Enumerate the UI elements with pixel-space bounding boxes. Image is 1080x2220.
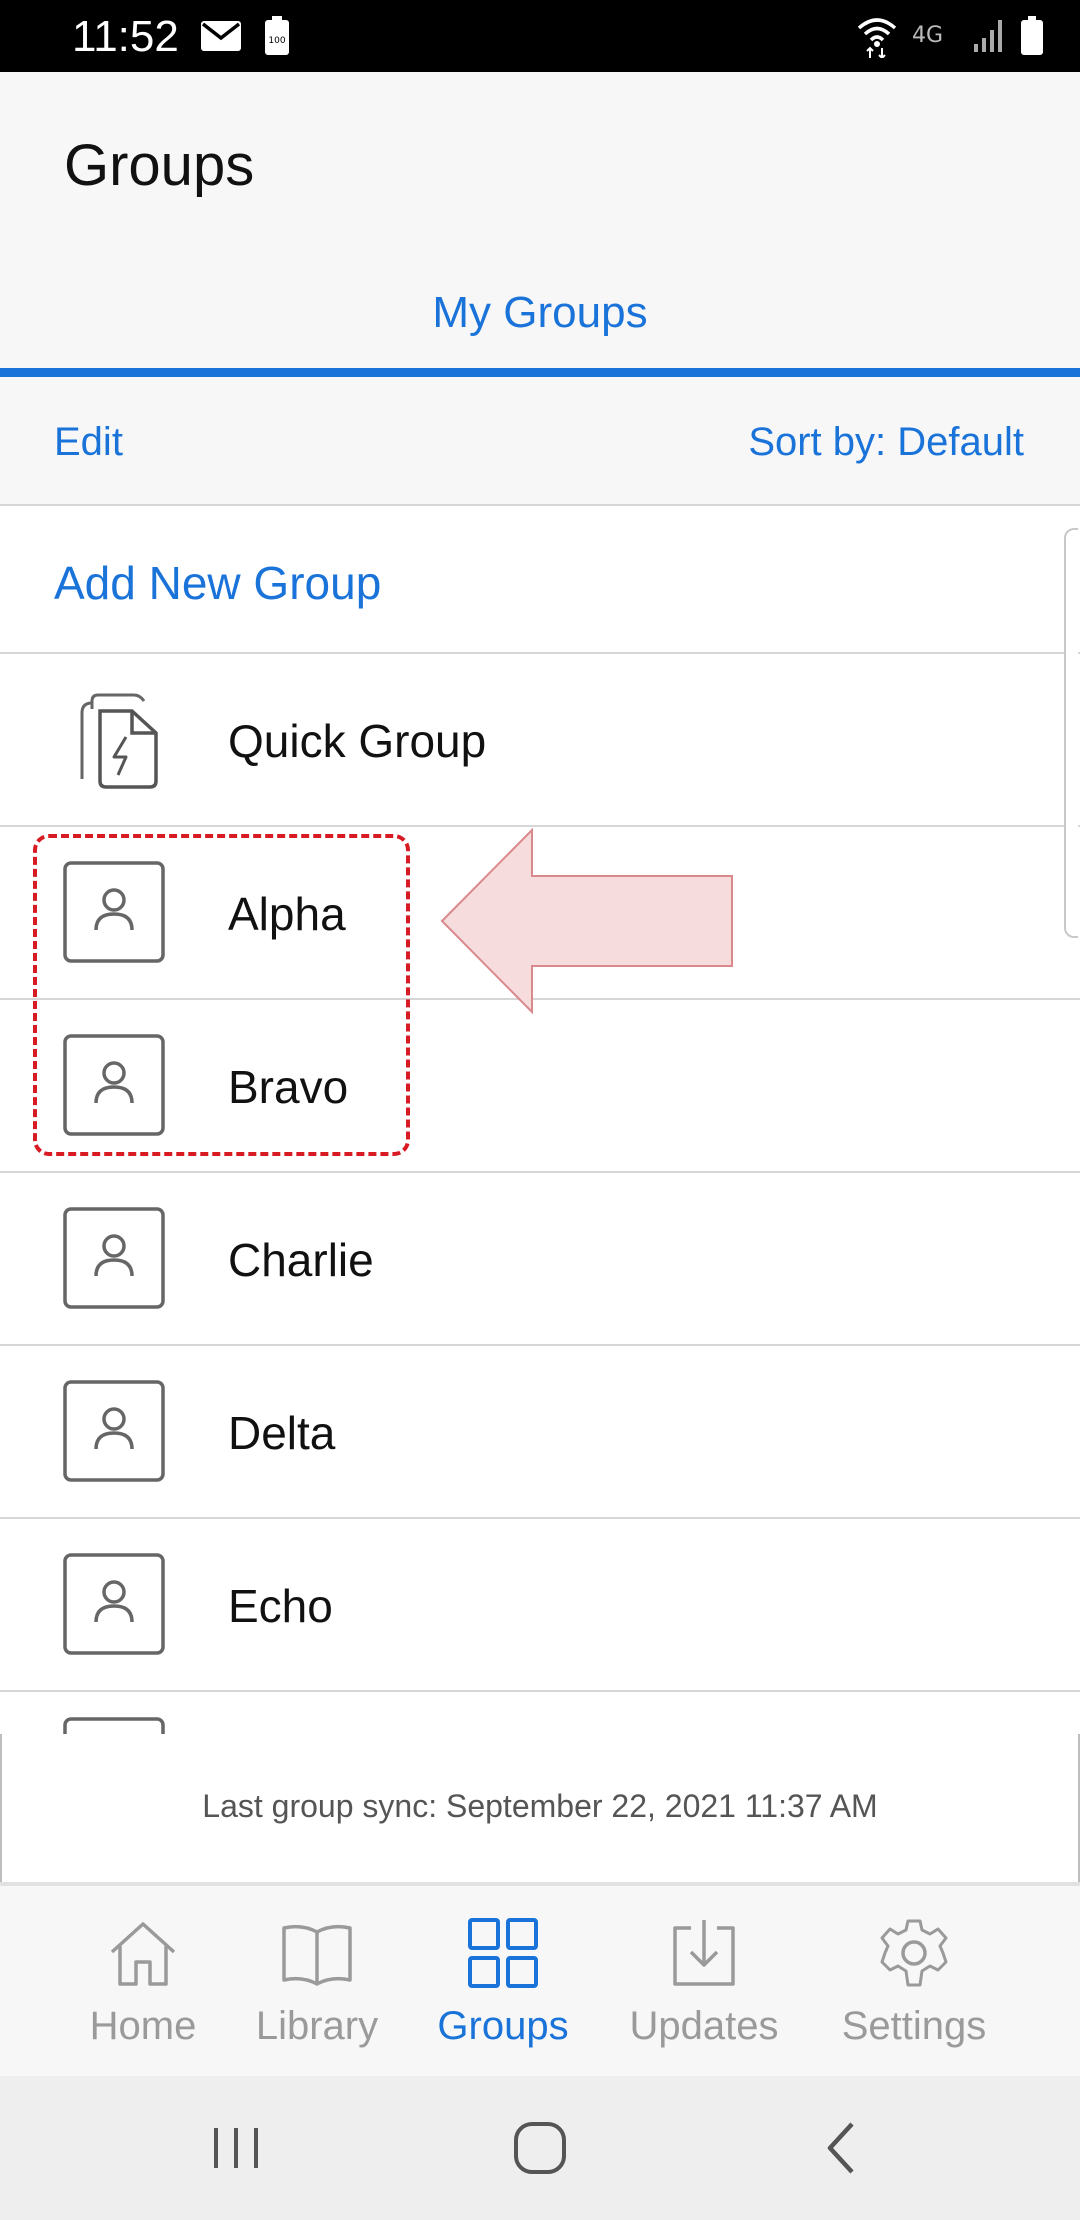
nav-label: Groups (437, 2004, 569, 2048)
signal-icon (974, 20, 1002, 52)
sort-button[interactable]: Sort by: Default (748, 420, 1024, 465)
last-sync-text: Last group sync: September 22, 2021 11:3… (202, 1788, 878, 1824)
svg-text:4G: 4G (912, 23, 943, 48)
page-title: Groups (64, 133, 255, 198)
list-item-bravo[interactable]: Bravo (0, 1000, 1080, 1173)
home-button-icon[interactable] (504, 2112, 576, 2184)
wifi-icon (857, 18, 897, 58)
person-icon (63, 1207, 165, 1309)
svg-text:100: 100 (268, 36, 285, 46)
nav-groups[interactable]: Groups (413, 1886, 593, 2080)
person-icon (63, 1034, 165, 1136)
back-icon[interactable] (806, 2112, 878, 2184)
list-item-quick-group[interactable]: Quick Group (0, 654, 1080, 827)
nav-label: Updates (629, 2004, 779, 2048)
grid-icon (468, 1918, 538, 1988)
list-item-echo[interactable]: Echo (0, 1519, 1080, 1692)
battery-saver-icon: 100 (265, 16, 289, 55)
nav-settings[interactable]: Settings (824, 1886, 1004, 2080)
nav-label: Library (255, 2004, 379, 2048)
4g-icon: 4G (912, 23, 943, 48)
battery-icon (1021, 16, 1043, 55)
list-item-label: Alpha (228, 888, 346, 940)
tab-my-groups[interactable]: My Groups (0, 252, 1080, 378)
nav-updates[interactable]: Updates (614, 1886, 794, 2080)
tab-bar: My Groups (0, 252, 1080, 378)
download-icon (673, 1920, 735, 1986)
nav-home[interactable]: Home (53, 1886, 233, 2080)
nav-library[interactable]: Library (227, 1886, 407, 2080)
person-icon (63, 861, 165, 963)
list-toolbar: Edit Sort by: Default (0, 378, 1080, 506)
status-bar: 11:52 100 4G (0, 0, 1080, 72)
nav-label: Home (89, 2004, 197, 2048)
edit-button[interactable]: Edit (54, 420, 123, 465)
list-item-label: Echo (228, 1580, 333, 1632)
list-item-charlie[interactable]: Charlie (0, 1173, 1080, 1346)
person-icon (63, 1717, 165, 1734)
list-item-label: Quick Group (228, 715, 487, 767)
system-nav-bar (0, 2076, 1080, 2220)
recents-icon[interactable] (200, 2112, 272, 2184)
tab-indicator (0, 368, 1080, 377)
mail-icon (201, 21, 241, 51)
list-item-alpha[interactable]: Alpha (0, 827, 1080, 1000)
book-icon (282, 1924, 352, 1986)
person-icon (63, 1380, 165, 1482)
status-right-icons: 4G (856, 14, 1044, 58)
group-list: Add New Group Quick Group Alpha Bravo Ch… (0, 506, 1080, 1734)
scroll-indicator[interactable] (1064, 528, 1078, 938)
nav-label: Settings (841, 2004, 987, 2048)
status-time: 11:52 (72, 12, 179, 61)
home-icon (110, 1922, 176, 1986)
add-new-group-button[interactable]: Add New Group (0, 506, 1080, 654)
list-item-label: Bravo (228, 1061, 349, 1113)
header: Groups (0, 72, 1080, 252)
add-new-group-label: Add New Group (54, 557, 382, 609)
gear-icon (880, 1919, 948, 1987)
list-item-partial[interactable] (0, 1692, 1080, 1734)
quick-group-icon (80, 693, 158, 789)
person-icon (63, 1553, 165, 1655)
list-item-label: Charlie (228, 1234, 374, 1286)
list-item-delta[interactable]: Delta (0, 1346, 1080, 1519)
status-left-icons: 100 (200, 16, 290, 56)
list-item-label: Delta (228, 1407, 336, 1459)
bottom-nav: Home Library Groups Updates Settings (0, 1882, 1080, 2076)
